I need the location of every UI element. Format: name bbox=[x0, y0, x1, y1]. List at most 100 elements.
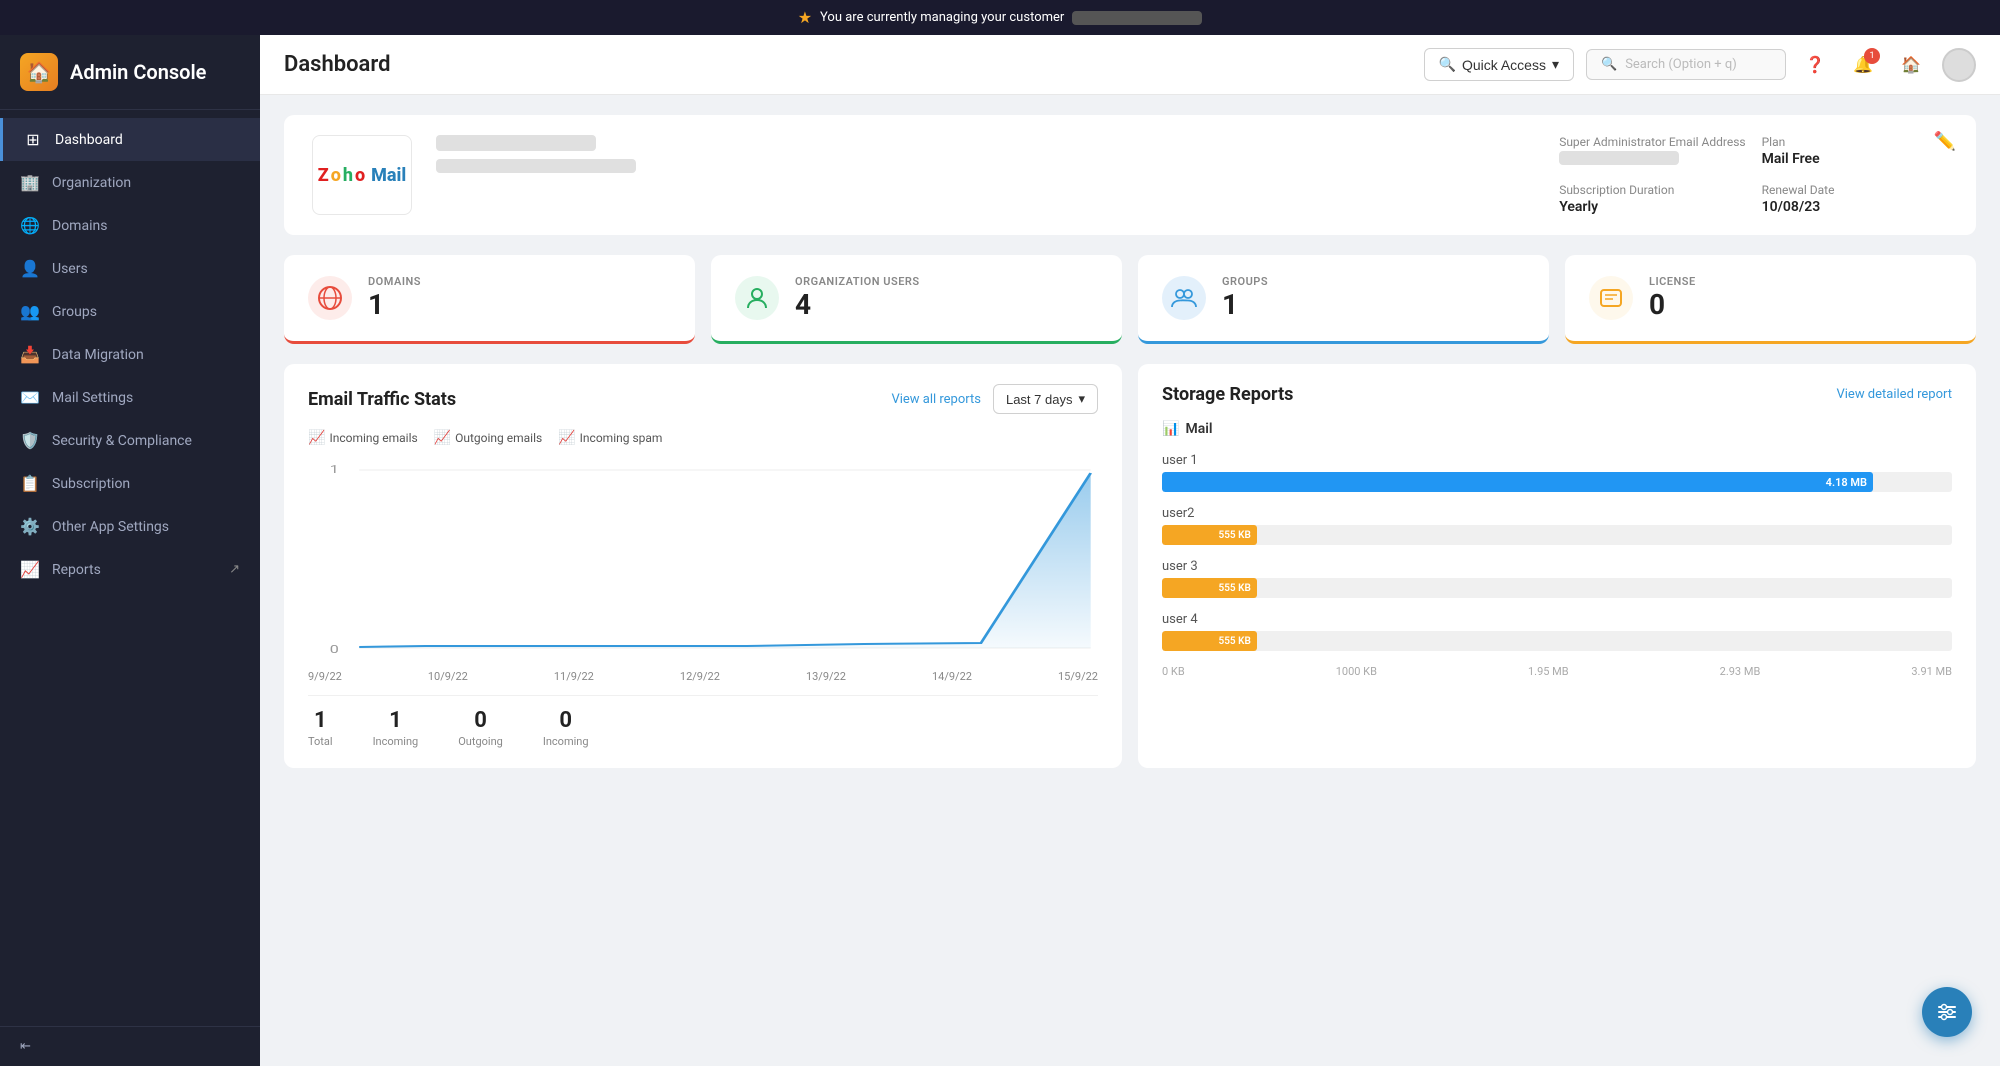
renewal-date-label: Renewal Date bbox=[1762, 183, 1948, 197]
sidebar: 🏠 Admin Console ⊞ Dashboard 🏢 Organizati… bbox=[0, 35, 260, 1066]
org-card: ZohoMail Super Administrator Email Addre… bbox=[284, 115, 1976, 235]
stats-summary: 1 Total 1 Incoming 0 Outgoing 0 bbox=[308, 695, 1098, 748]
org-logo: ZohoMail bbox=[312, 135, 412, 215]
help-icon-button[interactable]: ❓ bbox=[1798, 48, 1832, 82]
domains-stat-icon bbox=[308, 276, 352, 320]
sidebar-item-label: Mail Settings bbox=[52, 390, 133, 406]
sidebar-item-label: Reports bbox=[52, 562, 101, 578]
plan-label: Plan bbox=[1762, 135, 1948, 149]
notification-button[interactable]: 🔔 bbox=[1846, 48, 1880, 82]
user2-bar-bg: 555 KB bbox=[1162, 525, 1952, 545]
sum-outgoing-value: 0 bbox=[458, 708, 503, 733]
storage-tab-mail[interactable]: 📊 Mail bbox=[1162, 421, 1952, 437]
sidebar-item-data-migration[interactable]: 📥 Data Migration bbox=[0, 333, 260, 376]
main-area: Dashboard 🔍 Quick Access ▾ 🔍 Search (Opt… bbox=[260, 35, 2000, 1066]
svg-text:0: 0 bbox=[330, 643, 339, 656]
reports-icon: 📈 bbox=[20, 560, 40, 579]
sidebar-logo[interactable]: 🏠 Admin Console bbox=[0, 35, 260, 110]
org-url-masked bbox=[436, 159, 636, 173]
org-details: Super Administrator Email Address Plan M… bbox=[1559, 135, 1948, 215]
avatar[interactable] bbox=[1942, 48, 1976, 82]
chevron-down-icon: ▾ bbox=[1078, 391, 1085, 407]
view-all-reports-link[interactable]: View all reports bbox=[891, 392, 981, 407]
user2-bar-label: 555 KB bbox=[1218, 530, 1250, 541]
groups-stat-label: GROUPS bbox=[1222, 275, 1268, 288]
super-admin-label: Super Administrator Email Address bbox=[1559, 135, 1745, 149]
domains-stat-label: DOMAINS bbox=[368, 275, 421, 288]
domains-stat-info: DOMAINS 1 bbox=[368, 275, 421, 321]
search-input[interactable]: 🔍 Search (Option + q) bbox=[1586, 49, 1786, 80]
storage-row-user2: user2 555 KB bbox=[1162, 506, 1952, 545]
settings-float-button[interactable] bbox=[1922, 987, 1972, 1037]
org-info bbox=[436, 135, 1495, 173]
dashboard-icon: ⊞ bbox=[23, 130, 43, 149]
org-users-stat-label: ORGANIZATION USERS bbox=[795, 275, 920, 288]
storage-row-user4: user 4 555 KB bbox=[1162, 612, 1952, 651]
organization-icon: 🏢 bbox=[20, 173, 40, 192]
sidebar-collapse-btn[interactable]: ⇤ bbox=[0, 1026, 260, 1066]
domains-icon: 🌐 bbox=[20, 216, 40, 235]
banner-text: You are currently managing your customer bbox=[820, 10, 1064, 25]
date-range-dropdown[interactable]: Last 7 days ▾ bbox=[993, 384, 1098, 414]
sum-total-value: 1 bbox=[308, 708, 333, 733]
sum-outgoing: 0 Outgoing bbox=[458, 708, 503, 748]
sum-total-label: Total bbox=[308, 735, 333, 748]
sidebar-item-subscription[interactable]: 📋 Subscription bbox=[0, 462, 260, 505]
sum-total: 1 Total bbox=[308, 708, 333, 748]
legend-outgoing: 📈 Outgoing emails bbox=[434, 430, 543, 446]
chart-line bbox=[359, 473, 1090, 647]
chart-label-3: 12/9/22 bbox=[680, 670, 720, 683]
sum-spam-value: 0 bbox=[543, 708, 589, 733]
license-stat-label: LICENSE bbox=[1649, 275, 1696, 288]
chart-label-1: 10/9/22 bbox=[428, 670, 468, 683]
storage-row-user1: user 1 4.18 MB bbox=[1162, 453, 1952, 492]
bottom-row: Email Traffic Stats View all reports Las… bbox=[284, 364, 1976, 768]
user4-bar-fill: 555 KB bbox=[1162, 631, 1257, 651]
sidebar-item-users[interactable]: 👤 Users bbox=[0, 247, 260, 290]
sidebar-item-mail-settings[interactable]: ✉️ Mail Settings bbox=[0, 376, 260, 419]
sum-spam-label: Incoming bbox=[543, 735, 589, 748]
super-admin-value-masked bbox=[1559, 151, 1679, 165]
sidebar-item-organization[interactable]: 🏢 Organization bbox=[0, 161, 260, 204]
storage-reports-title: Storage Reports bbox=[1162, 384, 1293, 405]
groups-stat-info: GROUPS 1 bbox=[1222, 275, 1268, 321]
storage-reports-panel: Storage Reports View detailed report 📊 M… bbox=[1138, 364, 1976, 768]
date-range-label: Last 7 days bbox=[1006, 392, 1073, 407]
legend-outgoing-label: Outgoing emails bbox=[455, 431, 542, 445]
subscription-icon: 📋 bbox=[20, 474, 40, 493]
stat-card-license[interactable]: LICENSE 0 bbox=[1565, 255, 1976, 344]
sidebar-item-domains[interactable]: 🌐 Domains bbox=[0, 204, 260, 247]
bar-chart-icon: 📊 bbox=[1162, 421, 1179, 437]
page-title: Dashboard bbox=[284, 52, 390, 77]
search-placeholder: Search (Option + q) bbox=[1625, 57, 1737, 72]
home-icon-button[interactable]: 🏠 bbox=[1894, 48, 1928, 82]
org-name-masked bbox=[436, 135, 596, 151]
stat-card-domains[interactable]: DOMAINS 1 bbox=[284, 255, 695, 344]
sidebar-item-reports[interactable]: 📈 Reports ↗ bbox=[0, 548, 260, 591]
chart-area-fill bbox=[359, 473, 1090, 648]
header-icons: ❓ 🔔 🏠 bbox=[1798, 48, 1976, 82]
groups-icon: 👥 bbox=[20, 302, 40, 321]
edit-org-button[interactable]: ✏️ bbox=[1934, 131, 1956, 152]
header-right: 🔍 Quick Access ▾ 🔍 Search (Option + q) ❓… bbox=[1424, 48, 1977, 82]
email-traffic-panel: Email Traffic Stats View all reports Las… bbox=[284, 364, 1122, 768]
user1-bar-label: 4.18 MB bbox=[1826, 476, 1867, 489]
legend-spam: 📈 Incoming spam bbox=[558, 430, 662, 446]
stat-card-org-users[interactable]: ORGANIZATION USERS 4 bbox=[711, 255, 1122, 344]
sidebar-item-groups[interactable]: 👥 Groups bbox=[0, 290, 260, 333]
storage-x-label-2: 1.95 MB bbox=[1528, 665, 1569, 678]
users-icon: 👤 bbox=[20, 259, 40, 278]
stat-card-groups[interactable]: GROUPS 1 bbox=[1138, 255, 1549, 344]
sidebar-item-label: Domains bbox=[52, 218, 107, 234]
quick-access-button[interactable]: 🔍 Quick Access ▾ bbox=[1424, 48, 1575, 81]
stats-row: DOMAINS 1 ORGANIZATION USERS 4 bbox=[284, 255, 1976, 344]
sidebar-item-security[interactable]: 🛡️ Security & Compliance bbox=[0, 419, 260, 462]
sidebar-item-other-app[interactable]: ⚙️ Other App Settings bbox=[0, 505, 260, 548]
chart-label-4: 13/9/22 bbox=[806, 670, 846, 683]
legend-incoming-label: Incoming emails bbox=[329, 431, 417, 445]
reports-external-icon: ↗ bbox=[229, 562, 240, 577]
sum-outgoing-label: Outgoing bbox=[458, 735, 503, 748]
sidebar-item-dashboard[interactable]: ⊞ Dashboard bbox=[0, 118, 260, 161]
license-stat-info: LICENSE 0 bbox=[1649, 275, 1696, 321]
view-detailed-report-link[interactable]: View detailed report bbox=[1836, 387, 1952, 402]
